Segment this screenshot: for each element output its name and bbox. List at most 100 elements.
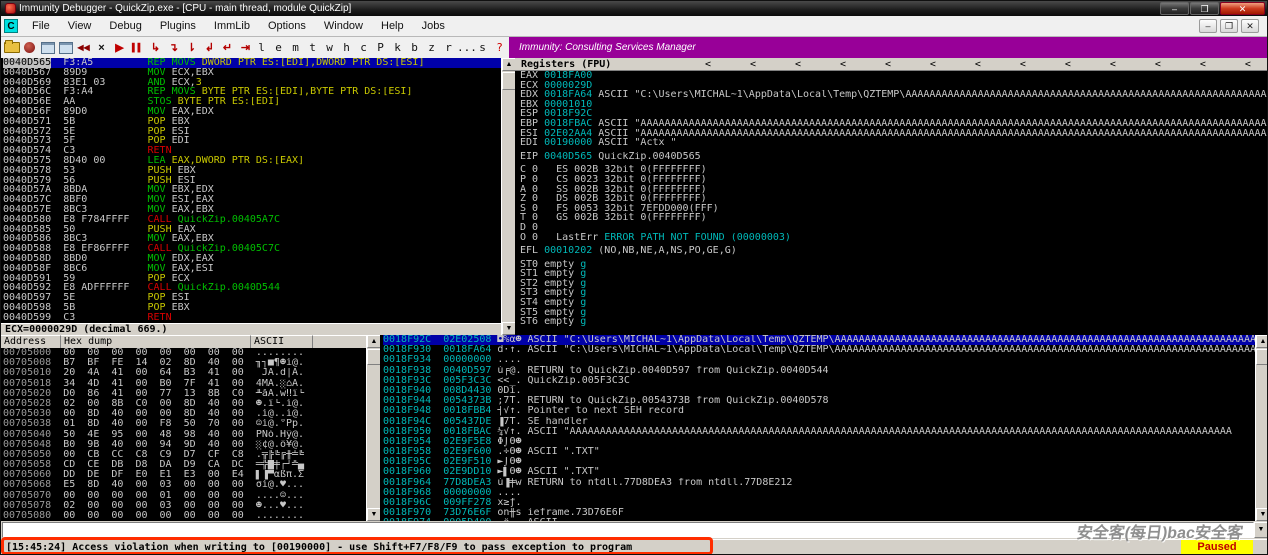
scroll-up-icon[interactable]: ▲ <box>1256 335 1267 348</box>
register-row[interactable]: EBX 00001010 <box>520 100 1267 110</box>
minimize-button[interactable]: – <box>1160 2 1189 15</box>
stack-row[interactable]: 0018F96C 009FF278 x≥ƒ. <box>383 498 1255 508</box>
disasm-row[interactable]: 0040D598 5B POP EBX <box>3 303 501 313</box>
execute-till-return-button[interactable]: ↵ <box>219 39 236 57</box>
dump-row[interactable]: 00705018 34 4D 41 00 B0 7F 41 00 4MA.░⌂A… <box>3 379 366 389</box>
dump-row[interactable]: 00705040 50 4E 95 00 48 98 40 00 PNò.Hÿ@… <box>3 430 366 440</box>
register-row[interactable]: A 0 SS 002B 32bit 0(FFFFFFFF) <box>520 185 1267 195</box>
stack-row[interactable]: 0018F934 00000000 .... <box>383 355 1255 365</box>
dump-row[interactable]: 00705078 02 00 00 00 03 00 00 00 ☻...♥..… <box>3 501 366 511</box>
register-row[interactable]: ST0 empty g <box>520 260 1267 270</box>
scroll-down-icon[interactable]: ▼ <box>502 322 516 335</box>
register-row[interactable]: P 0 CS 0023 32bit 0(FFFFFFFF) <box>520 175 1267 185</box>
dump-row[interactable]: 00705048 B0 9B 40 00 94 9D 40 00 ░¢@.ö¥@… <box>3 440 366 450</box>
disasm-row[interactable]: 0040D572 5E POP ESI <box>3 127 501 137</box>
stack-row[interactable]: 0018F964 77D8DEA3 ú▐╪w RETURN to ntdll.7… <box>383 478 1255 488</box>
dump-col-hex[interactable]: Hex dump <box>61 335 251 348</box>
register-row[interactable]: ST1 empty g <box>520 269 1267 279</box>
dump-row[interactable]: 00705070 00 00 00 00 01 00 00 00 ....☺..… <box>3 491 366 501</box>
toolbar-letter-l[interactable]: l <box>253 41 270 54</box>
toolbar-letter-z[interactable]: z <box>423 41 440 54</box>
dump-row[interactable]: 00705038 01 8D 40 00 F8 50 70 00 ☺ì@.°Pp… <box>3 419 366 429</box>
scroll-thumb[interactable] <box>367 349 381 365</box>
toolbar-letter-m[interactable]: m <box>287 41 304 54</box>
stack-row[interactable]: 0018F92C 02E02508 ◘%α☻ ASCII "C:\Users\M… <box>383 335 1255 346</box>
dump-row[interactable]: 00705058 CD CE DB D8 DA D9 CA DC ═╬█╪┌┘╩… <box>3 460 366 470</box>
close-button[interactable]: ✕ <box>1220 2 1265 15</box>
disasm-row[interactable]: 0040D573 5F POP EDI <box>3 136 501 146</box>
disasm-row[interactable]: 0040D571 5B POP EBX <box>3 117 501 127</box>
cpu-window-icon[interactable]: C <box>4 19 18 33</box>
command-input[interactable] <box>2 522 1254 538</box>
stack-row[interactable]: 0018F940 008D4430 0Dì. <box>383 386 1255 396</box>
register-row[interactable]: T 0 GS 002B 32bit 0(FFFFFFFF) <box>520 213 1267 223</box>
register-row[interactable]: ST6 empty g <box>520 317 1267 327</box>
stack-row[interactable]: 0018F948 0018FBB4 ┤√↑. Pointer to next S… <box>383 406 1255 416</box>
register-row[interactable]: C 0 ES 002B 32bit 0(FFFFFFFF) <box>520 165 1267 175</box>
toolbar-letter-P[interactable]: P <box>372 41 389 54</box>
chevron-down-icon[interactable]: ▼ <box>1254 522 1267 538</box>
toolbar-letter-help[interactable]: ? <box>491 41 508 54</box>
disasm-row[interactable]: 0040D567 89D9 MOV ECX,EBX <box>3 68 501 78</box>
scroll-thumb[interactable] <box>1256 349 1267 365</box>
pause-button[interactable]: ▌▌ <box>129 39 146 57</box>
disasm-row[interactable]: 0040D569 83E1 03 AND ECX,3 <box>3 78 501 88</box>
dump-row[interactable]: 00705000 00 00 00 00 00 00 00 00 .......… <box>3 348 366 358</box>
stack-row[interactable]: 0018F944 0054373B ;7T. RETURN to QuickZi… <box>383 396 1255 406</box>
restore-button[interactable]: ❐ <box>1190 2 1219 15</box>
register-row[interactable]: Z 0 DS 002B 32bit 0(FFFFFFFF) <box>520 194 1267 204</box>
menu-options[interactable]: Options <box>259 16 315 37</box>
register-row[interactable]: EDX 0018FA64 ASCII "C:\Users\MICHAL~1\Ap… <box>520 90 1267 100</box>
disasm-row[interactable]: 0040D57C 8BF0 MOV ESI,EAX <box>3 195 501 205</box>
stack-row[interactable]: 0018F94C 005437DE ▐7T. SE handler <box>383 417 1255 427</box>
register-row[interactable]: ECX 0000029D <box>520 81 1267 91</box>
register-row[interactable]: ESP 0018F92C <box>520 109 1267 119</box>
register-row[interactable]: O 0 LastErr ERROR_PATH_NOT_FOUND (000000… <box>520 233 1267 243</box>
disasm-row[interactable]: 0040D565 F3:A5 REP MOVS DWORD PTR ES:[ED… <box>3 58 501 68</box>
open-file-button[interactable] <box>3 39 20 57</box>
animate-into-button[interactable]: ⇂ <box>183 39 200 57</box>
stack-row[interactable]: 0018F95C 02E9F510 ►⌡Θ☻ <box>383 457 1255 467</box>
stack-row[interactable]: 0018F950 0018FBAC ¼√↑. ASCII "AAAAAAAAAA… <box>383 427 1255 437</box>
disasm-row[interactable]: 0040D56E AA STOS BYTE PTR ES:[EDI] <box>3 97 501 107</box>
stack-row[interactable]: 0018F970 73D76E6F on╫s ieframe.73D76E6F <box>383 508 1255 518</box>
register-row[interactable]: ST3 empty g <box>520 288 1267 298</box>
register-row[interactable]: EDI 00190000 ASCII "Actx " <box>520 138 1267 148</box>
dump-row[interactable]: 00705010 20 4A 41 00 64 B3 41 00 JA.d│A. <box>3 368 366 378</box>
mdi-restore-button[interactable]: ❐ <box>1220 19 1238 33</box>
menu-file[interactable]: File <box>23 16 59 37</box>
disasm-row[interactable]: 0040D56F 89D0 MOV EAX,EDX <box>3 107 501 117</box>
disasm-row[interactable]: 0040D591 59 POP ECX <box>3 274 501 284</box>
menu-help[interactable]: Help <box>372 16 413 37</box>
disasm-row[interactable]: 0040D575 8D40 00 LEA EAX,DWORD PTR DS:[E… <box>3 156 501 166</box>
disasm-row[interactable]: 0040D579 56 PUSH ESI <box>3 176 501 186</box>
register-row[interactable]: ST4 empty g <box>520 298 1267 308</box>
menu-plugins[interactable]: Plugins <box>151 16 205 37</box>
toolbar-letter-t[interactable]: t <box>304 41 321 54</box>
register-row[interactable]: D 0 <box>520 223 1267 233</box>
restart-button[interactable] <box>21 39 38 57</box>
register-row[interactable]: ESI 02E02AA4 ASCII "AAAAAAAAAAAAAAAAAAAA… <box>520 129 1267 139</box>
disasm-row[interactable]: 0040D592 E8 ADFFFFFF CALL QuickZip.0040D… <box>3 283 501 293</box>
disasm-row[interactable]: 0040D585 50 PUSH EAX <box>3 225 501 235</box>
disasm-row[interactable]: 0040D56C F3:A4 REP MOVS BYTE PTR ES:[EDI… <box>3 87 501 97</box>
dump-scrollbar[interactable]: ▲ ▼ <box>366 335 381 521</box>
disasm-row[interactable]: 0040D58D 8BD0 MOV EDX,EAX <box>3 254 501 264</box>
disasm-row[interactable]: 0040D580 E8 F784FFFF CALL QuickZip.00405… <box>3 215 501 225</box>
scroll-up-icon[interactable]: ▲ <box>502 58 516 71</box>
scroll-down-icon[interactable]: ▼ <box>367 508 381 521</box>
stack-scrollbar[interactable]: ▲ ▼ <box>1255 335 1267 521</box>
register-row[interactable]: EFL 00010202 (NO,NB,NE,A,NS,PO,GE,G) <box>520 246 1267 256</box>
toolbar-letter-w[interactable]: w <box>321 41 338 54</box>
disasm-row[interactable]: 0040D574 C3 RETN <box>3 146 501 156</box>
disasm-row[interactable]: 0040D58F 8BC6 MOV EAX,ESI <box>3 264 501 274</box>
stack-row[interactable]: 0018F958 02E9F600 .÷Θ☻ ASCII ".TXT" <box>383 447 1255 457</box>
stack-row[interactable]: 0018F938 0040D597 ù╒@. RETURN to QuickZi… <box>383 366 1255 376</box>
mdi-minimize-button[interactable]: – <box>1199 19 1217 33</box>
dump-row[interactable]: 00705030 00 8D 40 00 00 8D 40 00 .ì@..ì@… <box>3 409 366 419</box>
toolbar-letter-r[interactable]: r <box>440 41 457 54</box>
disasm-row[interactable]: 0040D578 53 PUSH EBX <box>3 166 501 176</box>
register-row[interactable]: EIP 0040D565 QuickZip.0040D565 <box>520 152 1267 162</box>
step-into-button[interactable]: ↳ <box>147 39 164 57</box>
disasm-row[interactable]: 0040D588 E8 EF86FFFF CALL QuickZip.00405… <box>3 244 501 254</box>
